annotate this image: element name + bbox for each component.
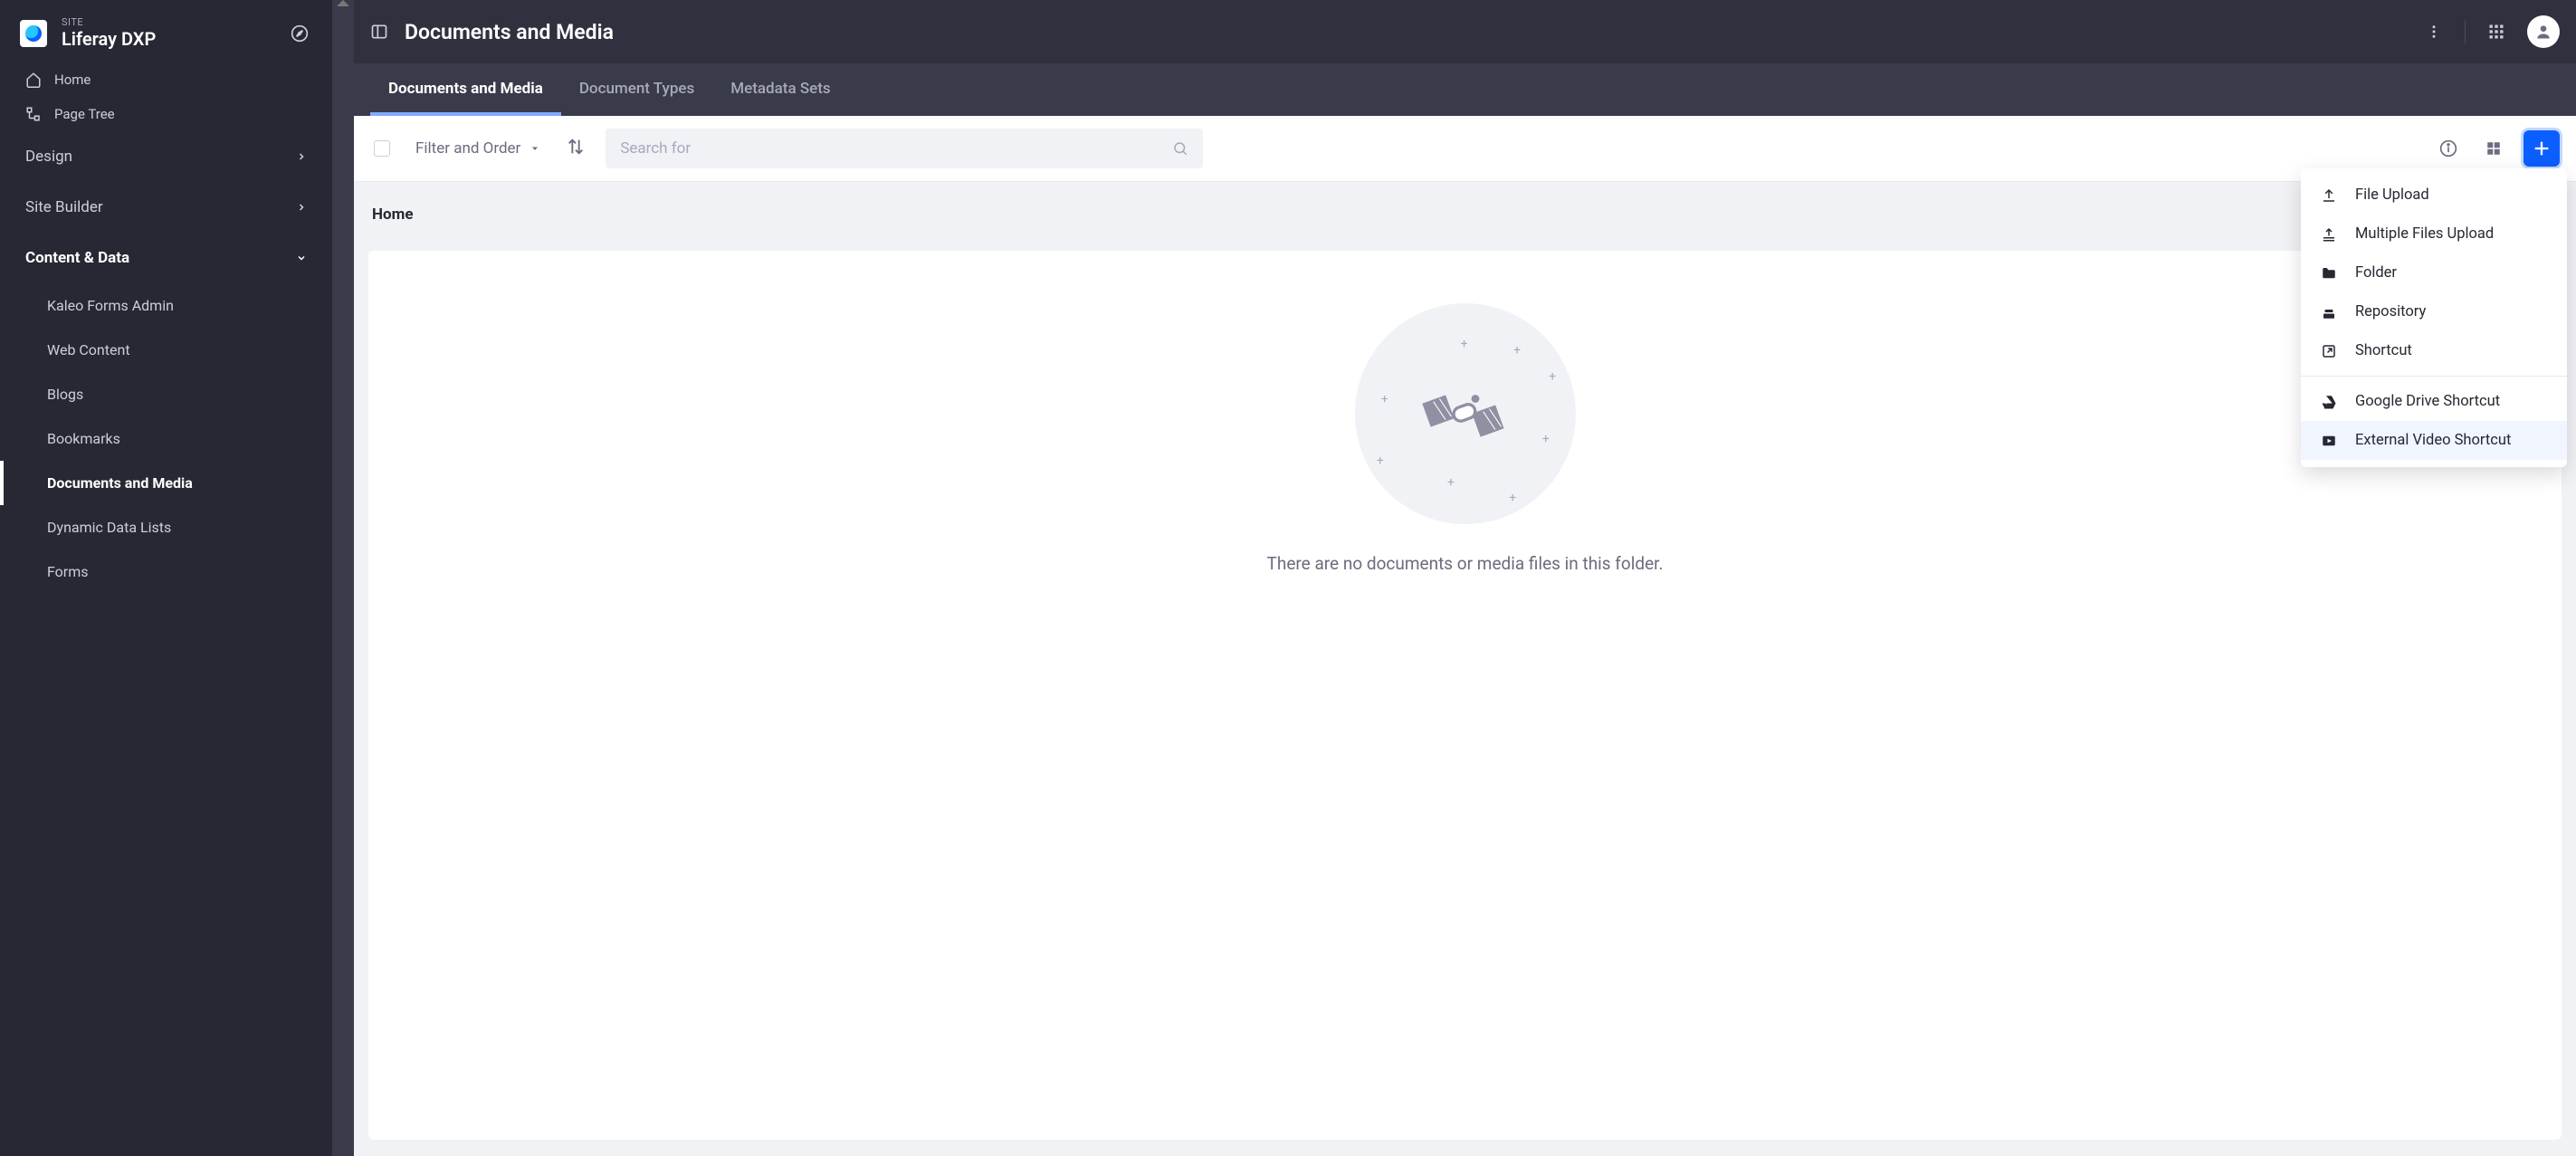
- main: Documents and Media Documents and Media …: [354, 0, 2576, 1156]
- gdrive-icon: [2321, 394, 2337, 410]
- home-icon: [25, 72, 42, 88]
- video-icon: [2321, 433, 2337, 449]
- sidebar-header: SITE Liferay DXP: [0, 0, 332, 62]
- view-grid-icon[interactable]: [2478, 133, 2509, 164]
- empty-state-illustration: + + + + + + + +: [1355, 303, 1576, 524]
- sort-toggle-button[interactable]: [560, 137, 591, 160]
- pagetree-icon: [25, 106, 42, 122]
- divider: [2465, 20, 2466, 43]
- chevron-right-icon: [296, 151, 307, 162]
- sidebar-item-forms[interactable]: Forms: [0, 549, 332, 594]
- breadcrumb: Home: [354, 182, 2576, 251]
- compass-icon[interactable]: [287, 21, 312, 46]
- add-menu-file-upload[interactable]: File Upload: [2301, 176, 2567, 215]
- satellite-icon: [1416, 364, 1515, 463]
- panel-toggle-icon[interactable]: [370, 23, 388, 41]
- sidebar-item-blogs[interactable]: Blogs: [0, 372, 332, 416]
- dropdown-separator: [2301, 376, 2567, 377]
- sidebar-section-sitebuilder[interactable]: Site Builder: [0, 182, 332, 233]
- sidebar-link-label: Home: [54, 72, 91, 88]
- info-icon[interactable]: [2433, 133, 2464, 164]
- tabs: Documents and Media Document Types Metad…: [354, 63, 2576, 116]
- select-all-checkbox[interactable]: [374, 140, 390, 157]
- site-logo: [20, 20, 47, 47]
- kebab-menu-icon[interactable]: [2419, 17, 2448, 46]
- add-menu-folder[interactable]: Folder: [2301, 253, 2567, 292]
- folder-icon: [2321, 265, 2337, 282]
- add-menu-dropdown: File Upload Multiple Files Upload Folder…: [2301, 168, 2567, 467]
- sidebar-item-webcontent[interactable]: Web Content: [0, 328, 332, 372]
- sidebar: SITE Liferay DXP Home Page Tree Design S…: [0, 0, 332, 1156]
- user-avatar[interactable]: [2527, 15, 2560, 48]
- topbar: Documents and Media: [354, 0, 2576, 63]
- tab-metadata-sets[interactable]: Metadata Sets: [712, 63, 848, 116]
- sidebar-item-kaleo[interactable]: Kaleo Forms Admin: [0, 283, 332, 328]
- empty-state-message: There are no documents or media files in…: [1267, 553, 1664, 574]
- filter-order-button[interactable]: Filter and Order: [410, 139, 546, 158]
- tab-documents-media[interactable]: Documents and Media: [370, 63, 561, 116]
- apps-grid-icon[interactable]: [2482, 17, 2511, 46]
- chevron-right-icon: [296, 202, 307, 213]
- sort-icon: [566, 137, 586, 157]
- search-icon: [1172, 140, 1188, 157]
- site-name: Liferay DXP: [62, 28, 156, 50]
- sidebar-link-label: Page Tree: [54, 106, 115, 122]
- page-title: Documents and Media: [405, 20, 2403, 44]
- upload-multi-icon: [2321, 226, 2337, 243]
- caret-down-icon: [530, 143, 540, 154]
- sidebar-item-documents[interactable]: Documents and Media: [0, 461, 332, 505]
- chevron-down-icon: [296, 253, 307, 263]
- add-menu-shortcut[interactable]: Shortcut: [2301, 331, 2567, 370]
- sidebar-section-contentdata[interactable]: Content & Data: [0, 233, 332, 283]
- tab-document-types[interactable]: Document Types: [561, 63, 712, 116]
- search-box[interactable]: [606, 129, 1203, 168]
- add-button[interactable]: [2524, 130, 2560, 167]
- upload-icon: [2321, 187, 2337, 204]
- scroll-gutter[interactable]: [332, 0, 354, 1156]
- shortcut-icon: [2321, 343, 2337, 359]
- sidebar-link-pagetree[interactable]: Page Tree: [0, 97, 332, 131]
- scroll-up-icon[interactable]: [337, 0, 349, 6]
- sidebar-item-ddl[interactable]: Dynamic Data Lists: [0, 505, 332, 549]
- site-info[interactable]: SITE Liferay DXP: [20, 16, 156, 50]
- toolbar: Filter and Order File Upload: [354, 116, 2576, 182]
- search-input[interactable]: [620, 139, 1172, 158]
- site-label: SITE: [62, 16, 156, 28]
- content-card: + + + + + + + + There are no documents o…: [368, 251, 2562, 1140]
- add-menu-external-video[interactable]: External Video Shortcut: [2301, 421, 2567, 460]
- sidebar-link-home[interactable]: Home: [0, 62, 332, 97]
- repository-icon: [2321, 304, 2337, 320]
- add-menu-multiple-upload[interactable]: Multiple Files Upload: [2301, 215, 2567, 253]
- add-menu-repository[interactable]: Repository: [2301, 292, 2567, 331]
- sidebar-section-design[interactable]: Design: [0, 131, 332, 182]
- breadcrumb-current: Home: [372, 205, 414, 224]
- sidebar-item-bookmarks[interactable]: Bookmarks: [0, 416, 332, 461]
- plus-icon: [2532, 139, 2552, 158]
- add-menu-gdrive-shortcut[interactable]: Google Drive Shortcut: [2301, 382, 2567, 421]
- sidebar-subnav: Kaleo Forms Admin Web Content Blogs Book…: [0, 283, 332, 594]
